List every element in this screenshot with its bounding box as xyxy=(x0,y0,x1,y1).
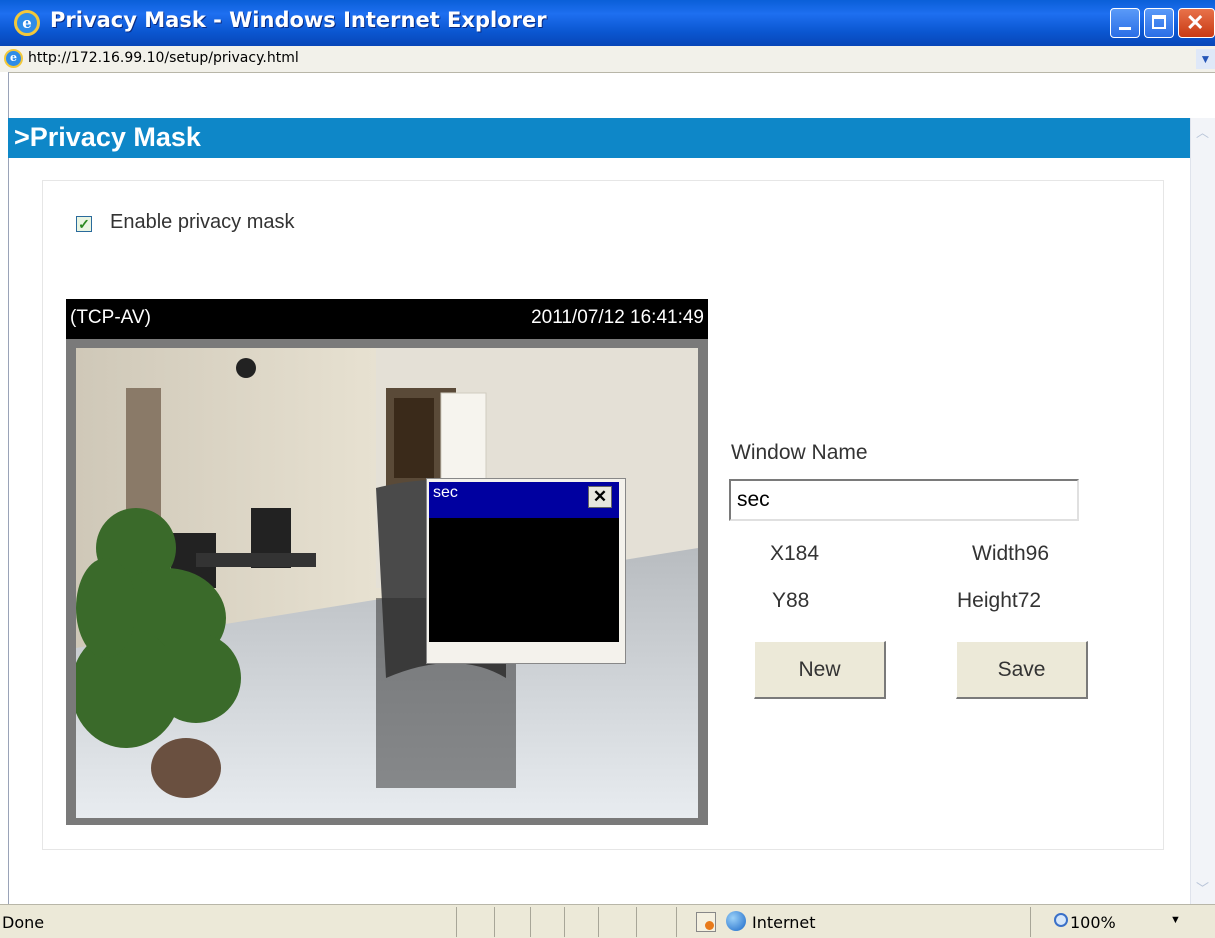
zone-text: Internet xyxy=(752,913,816,932)
status-divider xyxy=(494,907,495,937)
close-icon: ✕ xyxy=(1186,10,1205,35)
window-name-input[interactable] xyxy=(729,479,1079,521)
scroll-down-icon[interactable]: ﹀ xyxy=(1196,878,1209,897)
ie-logo-icon: e xyxy=(14,10,40,36)
mask-area[interactable] xyxy=(429,518,619,642)
height-value: Height72 xyxy=(957,589,1042,612)
x-value: X184 xyxy=(770,542,820,565)
globe-icon xyxy=(726,911,746,931)
minimize-icon xyxy=(1119,27,1131,30)
video-timestamp: 2011/07/12 16:41:49 xyxy=(531,307,704,328)
width-value: Width96 xyxy=(972,542,1050,565)
status-divider xyxy=(598,907,599,937)
save-button[interactable]: Save xyxy=(956,641,1088,699)
zoom-level[interactable]: 100% xyxy=(1070,913,1116,932)
scroll-up-icon[interactable]: ︿ xyxy=(1196,122,1209,141)
minimize-button[interactable] xyxy=(1110,8,1140,38)
maximize-icon xyxy=(1152,15,1166,29)
zoom-icon[interactable] xyxy=(1054,913,1068,927)
maximize-button[interactable] xyxy=(1144,8,1174,38)
status-bar: Done Internet 100% ▼ xyxy=(0,904,1215,938)
url-text[interactable]: http://172.16.99.10/setup/privacy.html xyxy=(28,50,299,66)
status-divider xyxy=(530,907,531,937)
mask-close-button[interactable]: ✕ xyxy=(588,486,612,508)
dropdown-icon[interactable]: ▼ xyxy=(1196,49,1215,69)
lock-icon xyxy=(696,912,716,932)
close-button[interactable]: ✕ xyxy=(1178,8,1215,38)
enable-privacy-checkbox[interactable]: ✓ xyxy=(76,216,92,232)
status-divider xyxy=(564,907,565,937)
video-header: (TCP-AV) 2011/07/12 16:41:49 xyxy=(66,299,708,339)
status-divider xyxy=(456,907,457,937)
page-icon: e xyxy=(4,49,23,68)
window-title: Privacy Mask - Windows Internet Explorer xyxy=(50,8,547,32)
enable-privacy-label: Enable privacy mask xyxy=(110,211,295,233)
status-divider xyxy=(1030,907,1031,937)
page-header: >Privacy Mask xyxy=(8,118,1190,158)
status-divider xyxy=(636,907,637,937)
new-button[interactable]: New xyxy=(754,641,886,699)
video-protocol: (TCP-AV) xyxy=(70,307,151,328)
status-divider xyxy=(676,907,677,937)
page-title: >Privacy Mask xyxy=(14,122,201,152)
vertical-scrollbar[interactable]: ︿ ﹀ xyxy=(1190,118,1215,904)
window-name-label: Window Name xyxy=(731,441,868,464)
frame-edge xyxy=(0,72,9,904)
y-value: Y88 xyxy=(772,589,810,612)
title-bar: e Privacy Mask - Windows Internet Explor… xyxy=(0,0,1215,46)
mask-name: sec xyxy=(433,484,458,501)
status-text: Done xyxy=(2,913,45,932)
zoom-dropdown-icon[interactable]: ▼ xyxy=(1170,914,1181,926)
address-bar[interactable]: e http://172.16.99.10/setup/privacy.html… xyxy=(0,46,1215,73)
